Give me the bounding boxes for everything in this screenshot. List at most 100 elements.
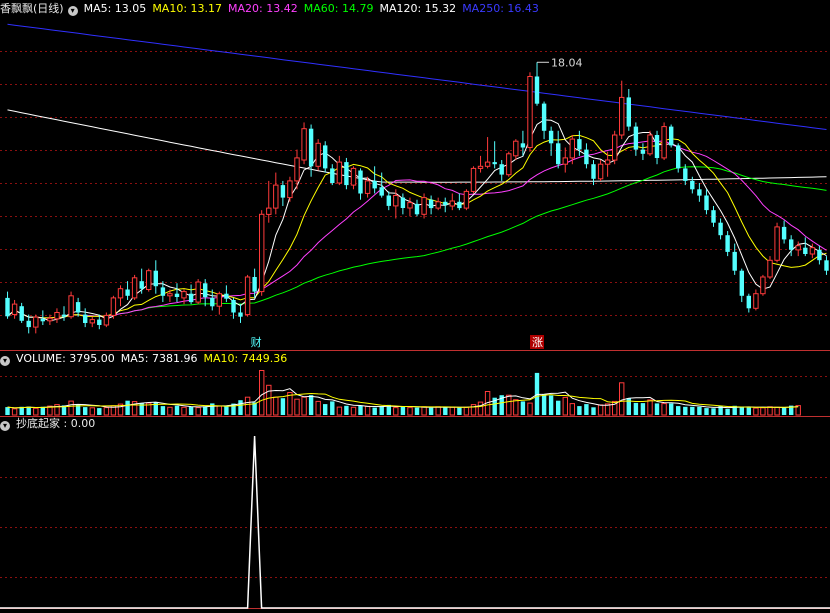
volume-bar xyxy=(591,407,596,415)
candle-body xyxy=(449,200,456,207)
candle-body xyxy=(477,165,484,169)
volume-bar xyxy=(40,406,45,415)
volume-bar xyxy=(379,406,384,415)
ma10-readout: MA10: 13.17 xyxy=(152,2,223,15)
volume-bar xyxy=(704,408,709,415)
candle-body xyxy=(781,226,787,240)
candle-body xyxy=(350,167,357,186)
volume-bar xyxy=(266,384,272,416)
candle-body xyxy=(604,159,611,165)
volume-bar xyxy=(11,408,18,416)
candle-body xyxy=(548,130,554,144)
volume-bar xyxy=(647,399,653,416)
volume-bar xyxy=(781,407,787,415)
candle-body xyxy=(153,270,158,287)
volume-bar xyxy=(344,405,349,415)
candle-body xyxy=(47,317,53,322)
candle-body xyxy=(188,293,194,303)
volume-bar xyxy=(400,406,406,415)
volume-bar xyxy=(238,400,243,415)
candle-body xyxy=(789,239,794,250)
volume-bar xyxy=(619,382,625,416)
indicator-line xyxy=(0,435,830,609)
event-marker-cai[interactable]: 财 xyxy=(251,335,262,349)
candle-body xyxy=(315,142,321,167)
candle-body xyxy=(174,293,180,297)
candle-body xyxy=(393,195,399,207)
ma250-line xyxy=(7,23,827,130)
volume-readout: VOLUME: 3795.00 xyxy=(16,352,115,365)
candle-body xyxy=(577,139,582,150)
volume-bar xyxy=(449,406,456,416)
volume-bar xyxy=(520,401,526,415)
candle-body xyxy=(89,319,95,324)
candle-body xyxy=(160,287,166,296)
candle-body xyxy=(760,276,766,295)
candle-body xyxy=(414,203,420,215)
candle-body xyxy=(344,162,349,186)
volume-bar xyxy=(83,407,88,415)
volume-bar xyxy=(5,407,10,415)
candle-body xyxy=(647,134,653,155)
chevron-down-icon[interactable]: ▾ xyxy=(0,356,10,366)
volume-bar xyxy=(315,400,321,416)
indicator-readout: 抄底起家 : 0.00 xyxy=(16,417,96,430)
volume-bar xyxy=(280,398,286,415)
volume-bar xyxy=(739,406,744,415)
volume-bar xyxy=(669,403,674,415)
main-header: 香飘飘(日线) ▾ MA5: 13.05 MA10: 13.17 MA20: 13.42… xyxy=(0,1,545,17)
candle-body xyxy=(195,281,201,303)
ma250-readout: MA250: 16.43 xyxy=(462,2,539,15)
candle-body xyxy=(739,270,744,296)
candle-body xyxy=(774,226,780,261)
candle-body xyxy=(5,297,10,317)
ma120-readout: MA120: 15.32 xyxy=(379,2,457,15)
volume-bar xyxy=(259,370,265,416)
volume-bar xyxy=(160,406,166,415)
candle-body xyxy=(68,295,74,318)
volume-bar xyxy=(513,399,519,416)
candle-body xyxy=(287,180,293,199)
candle-body xyxy=(718,222,723,236)
candle-body xyxy=(203,283,208,298)
volume-bar xyxy=(527,402,533,416)
ma60-line xyxy=(7,166,827,319)
volume-bar xyxy=(697,406,702,415)
ma10-line xyxy=(7,134,827,319)
candle-body xyxy=(732,251,737,271)
volume-bar xyxy=(273,396,279,416)
chevron-down-icon[interactable]: ▾ xyxy=(0,421,10,431)
volume-ma10-readout: MA10: 7449.36 xyxy=(203,352,288,365)
chevron-down-icon[interactable]: ▾ xyxy=(67,6,78,16)
volume-bar xyxy=(725,408,730,415)
candle-body xyxy=(803,247,808,254)
candle-body xyxy=(676,145,681,169)
candle-body xyxy=(520,143,526,148)
volume-bar xyxy=(541,394,547,415)
volume-bar xyxy=(224,405,229,415)
volume-bar xyxy=(97,408,102,415)
volume-bar xyxy=(125,400,130,415)
candle-body xyxy=(767,259,773,278)
candle-body xyxy=(259,213,265,293)
candle-body xyxy=(435,201,441,209)
candle-body xyxy=(463,190,470,209)
volume-bar xyxy=(506,394,512,416)
candle-body xyxy=(11,303,18,316)
candle-body xyxy=(210,297,215,307)
volume-bar xyxy=(569,403,575,416)
candle-body xyxy=(809,247,816,255)
candle-body xyxy=(280,185,286,198)
candle-body xyxy=(683,168,688,181)
event-marker-zhang[interactable]: 涨 xyxy=(532,336,543,349)
volume-bar xyxy=(683,406,688,415)
candle-body xyxy=(421,197,427,215)
candle-body xyxy=(117,288,124,299)
candle-body xyxy=(54,312,60,320)
candle-body xyxy=(301,128,307,161)
candle-body xyxy=(224,293,229,299)
candle-body xyxy=(562,157,568,165)
volume-bar xyxy=(414,407,420,415)
candle-body xyxy=(492,162,497,165)
volume-bar xyxy=(633,402,639,415)
